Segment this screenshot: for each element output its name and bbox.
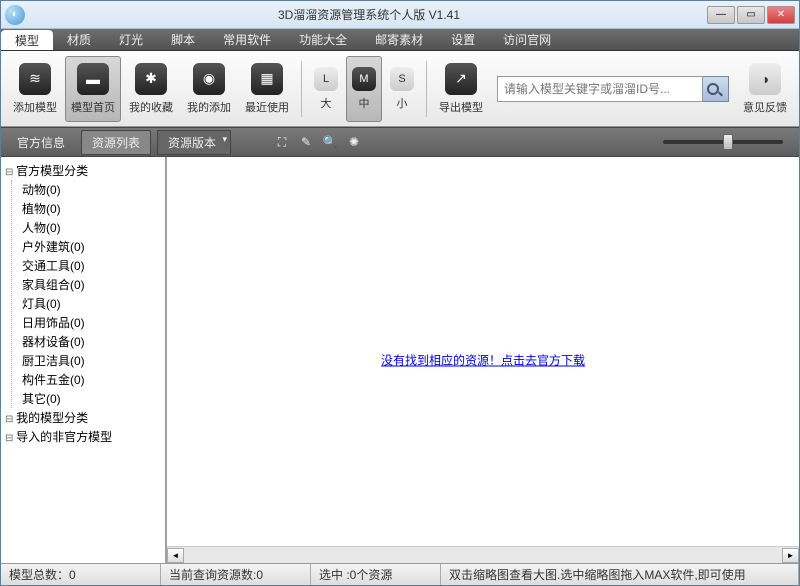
tree-root-imported[interactable]: 导入的非官方模型 bbox=[3, 427, 163, 446]
menu-tab-script[interactable]: 脚本 bbox=[157, 29, 209, 50]
tree-item[interactable]: 器材设备(0) bbox=[20, 332, 163, 351]
category-sidebar: 官方模型分类 动物(0) 植物(0) 人物(0) 户外建筑(0) 交通工具(0)… bbox=[1, 157, 167, 563]
rss-icon: ≋ bbox=[19, 63, 51, 95]
export-button[interactable]: ↗ 导出模型 bbox=[433, 56, 489, 122]
titlebar: ◐ 3D溜溜资源管理系统个人版 V1.41 — ▭ ✕ bbox=[1, 1, 799, 29]
sub-toolbar: 官方信息 资源列表 资源版本 ⛶ ✎ 🔍 ✺ bbox=[1, 127, 799, 157]
eyedropper-icon[interactable]: ✎ bbox=[297, 133, 315, 151]
menu-tab-settings[interactable]: 设置 bbox=[437, 29, 489, 50]
m-icon: M bbox=[352, 67, 376, 91]
btn-label: 添加模型 bbox=[13, 99, 57, 115]
subtab-official[interactable]: 官方信息 bbox=[7, 131, 75, 154]
size-large-button[interactable]: L 大 bbox=[308, 56, 344, 122]
s-icon: S bbox=[390, 67, 414, 91]
recent-button[interactable]: ▦ 最近使用 bbox=[239, 56, 295, 122]
scroll-track[interactable] bbox=[184, 548, 782, 563]
empty-message: 没有找到相应的资源！点击去官方下载 bbox=[381, 352, 585, 369]
model-home-button[interactable]: ▬ 模型首页 bbox=[65, 56, 121, 122]
horizontal-scrollbar[interactable]: ◄ ► bbox=[167, 546, 799, 563]
tree-item[interactable]: 其它(0) bbox=[20, 389, 163, 408]
settings-icon[interactable]: ✺ bbox=[345, 133, 363, 151]
app-icon: ◐ bbox=[5, 5, 25, 25]
version-dropdown[interactable]: 资源版本 bbox=[157, 130, 231, 155]
menu-tab-functions[interactable]: 功能大全 bbox=[285, 29, 361, 50]
tree-item[interactable]: 灯具(0) bbox=[20, 294, 163, 313]
btn-label: 导出模型 bbox=[439, 99, 483, 115]
l-icon: L bbox=[314, 67, 338, 91]
menu-tab-software[interactable]: 常用软件 bbox=[209, 29, 285, 50]
status-hint: 双击缩略图查看大图.选中缩略图拖入MAX软件,即可使用 bbox=[441, 564, 799, 585]
scroll-left-icon[interactable]: ◄ bbox=[167, 548, 184, 563]
menu-tab-material[interactable]: 材质 bbox=[53, 29, 105, 50]
menu-tab-website[interactable]: 访问官网 bbox=[489, 29, 565, 50]
zoom-icon[interactable]: 🔍 bbox=[321, 133, 339, 151]
recent-icon: ▦ bbox=[251, 63, 283, 95]
status-query: 当前查询资源数:0 bbox=[161, 564, 311, 585]
status-total: 模型总数：0 bbox=[1, 564, 161, 585]
tree-item[interactable]: 动物(0) bbox=[20, 180, 163, 199]
app-window: ◐ 3D溜溜资源管理系统个人版 V1.41 — ▭ ✕ 模型 材质 灯光 脚本 … bbox=[0, 0, 800, 586]
tree-item[interactable]: 家具组合(0) bbox=[20, 275, 163, 294]
tree-item[interactable]: 日用饰品(0) bbox=[20, 313, 163, 332]
close-button[interactable]: ✕ bbox=[767, 6, 795, 24]
toolbar: ≋ 添加模型 ▬ 模型首页 ✱ 我的收藏 ◉ 我的添加 ▦ 最近使用 L 大 M… bbox=[1, 51, 799, 127]
subtab-resources[interactable]: 资源列表 bbox=[81, 130, 151, 155]
content-area: 官方模型分类 动物(0) 植物(0) 人物(0) 户外建筑(0) 交通工具(0)… bbox=[1, 157, 799, 563]
menu-tab-model[interactable]: 模型 bbox=[1, 30, 53, 50]
btn-label: 小 bbox=[397, 95, 408, 111]
maximize-button[interactable]: ▭ bbox=[737, 6, 765, 24]
btn-label: 大 bbox=[321, 95, 332, 111]
fullscreen-icon[interactable]: ⛶ bbox=[273, 133, 291, 151]
btn-label: 中 bbox=[359, 95, 370, 111]
size-small-button[interactable]: S 小 bbox=[384, 56, 420, 122]
size-medium-button[interactable]: M 中 bbox=[346, 56, 382, 122]
minimize-button[interactable]: — bbox=[707, 6, 735, 24]
zoom-slider[interactable] bbox=[663, 140, 783, 144]
separator bbox=[426, 61, 427, 117]
window-title: 3D溜溜资源管理系统个人版 V1.41 bbox=[31, 6, 707, 23]
tree-children: 动物(0) 植物(0) 人物(0) 户外建筑(0) 交通工具(0) 家具组合(0… bbox=[11, 180, 163, 408]
export-icon: ↗ bbox=[445, 63, 477, 95]
tree-root-official[interactable]: 官方模型分类 bbox=[3, 161, 163, 180]
tree-item[interactable]: 厨卫洁具(0) bbox=[20, 351, 163, 370]
add-model-button[interactable]: ≋ 添加模型 bbox=[7, 56, 63, 122]
my-added-button[interactable]: ◉ 我的添加 bbox=[181, 56, 237, 122]
status-selected: 选中 :0个资源 bbox=[311, 564, 441, 585]
tree-item[interactable]: 植物(0) bbox=[20, 199, 163, 218]
separator bbox=[301, 61, 302, 117]
bluetooth-icon: ✱ bbox=[135, 63, 167, 95]
btn-label: 意见反馈 bbox=[743, 99, 787, 115]
tree-item[interactable]: 户外建筑(0) bbox=[20, 237, 163, 256]
main-panel: 没有找到相应的资源！点击去官方下载 ◄ ► bbox=[167, 157, 799, 563]
btn-label: 最近使用 bbox=[245, 99, 289, 115]
download-link[interactable]: 没有找到相应的资源！点击去官方下载 bbox=[381, 354, 585, 368]
statusbar: 模型总数：0 当前查询资源数:0 选中 :0个资源 双击缩略图查看大图.选中缩略… bbox=[1, 563, 799, 585]
tree-root-my[interactable]: 我的模型分类 bbox=[3, 408, 163, 427]
tree-item[interactable]: 构件五金(0) bbox=[20, 370, 163, 389]
tree-item[interactable]: 交通工具(0) bbox=[20, 256, 163, 275]
feedback-icon: ◑ bbox=[749, 63, 781, 95]
favorites-button[interactable]: ✱ 我的收藏 bbox=[123, 56, 179, 122]
btn-label: 我的收藏 bbox=[129, 99, 173, 115]
slider-thumb[interactable] bbox=[723, 134, 733, 150]
btn-label: 我的添加 bbox=[187, 99, 231, 115]
tree-item[interactable]: 人物(0) bbox=[20, 218, 163, 237]
window-buttons: — ▭ ✕ bbox=[707, 6, 795, 24]
search-box bbox=[497, 76, 729, 102]
globe-icon: ◉ bbox=[193, 63, 225, 95]
btn-label: 模型首页 bbox=[71, 99, 115, 115]
search-input[interactable] bbox=[497, 76, 703, 102]
menu-tab-mail[interactable]: 邮寄素材 bbox=[361, 29, 437, 50]
search-button[interactable] bbox=[703, 76, 729, 102]
folder-icon: ▬ bbox=[77, 63, 109, 95]
menubar: 模型 材质 灯光 脚本 常用软件 功能大全 邮寄素材 设置 访问官网 bbox=[1, 29, 799, 51]
scroll-right-icon[interactable]: ► bbox=[782, 548, 799, 563]
menu-tab-light[interactable]: 灯光 bbox=[105, 29, 157, 50]
feedback-button[interactable]: ◑ 意见反馈 bbox=[737, 56, 793, 122]
